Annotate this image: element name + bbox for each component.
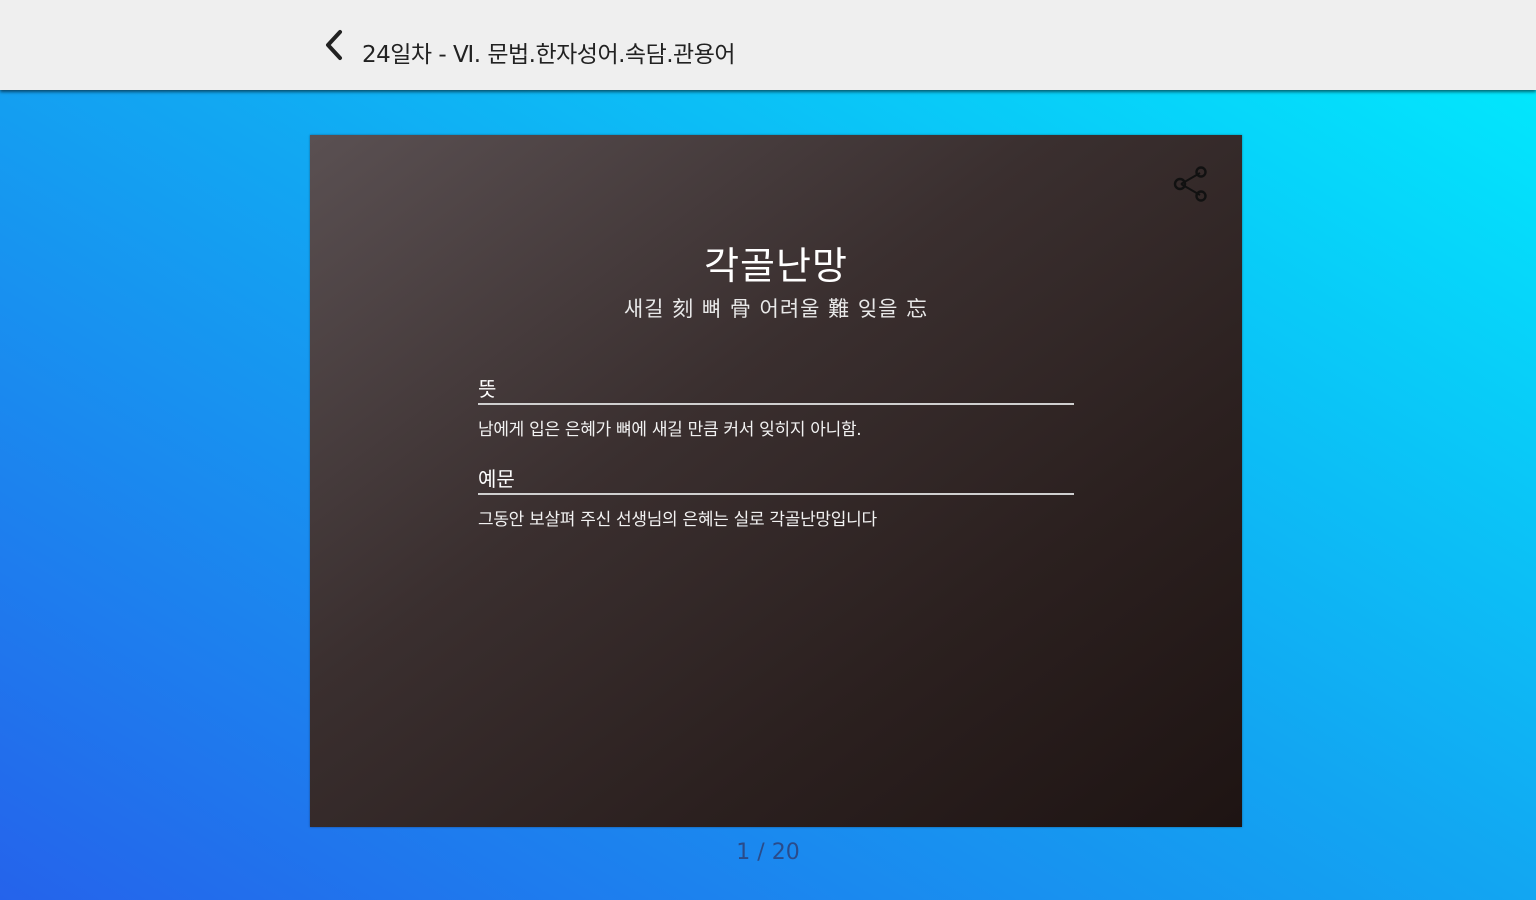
hanja-breakdown: 새길 刻 뼈 骨 어려울 難 잊을 忘 <box>623 297 929 321</box>
meaning-section: 뜻 남에게 입은 은혜가 뼈에 새길 만큼 커서 잊히지 아니함. <box>478 377 1074 440</box>
meaning-text: 남에게 입은 은혜가 뼈에 새길 만큼 커서 잊히지 아니함. <box>478 420 862 440</box>
top-bar: 24일차 - Ⅵ. 문법.한자성어.속담.관용어 <box>0 0 1536 90</box>
idiom-word: 각골난망 <box>704 244 848 288</box>
back-button[interactable] <box>316 26 352 64</box>
share-icon <box>1173 166 1207 202</box>
example-section: 예문 그동안 보살펴 주신 선생님의 은혜는 실로 각골난망입니다 <box>478 467 1074 530</box>
example-label: 예문 <box>478 467 1074 495</box>
page-indicator: 1 / 20 <box>736 840 800 865</box>
flashcard[interactable]: 각골난망 새길 刻 뼈 骨 어려울 難 잊을 忘 뜻 남에게 입은 은혜가 뼈에… <box>310 135 1242 827</box>
meaning-label: 뜻 <box>478 377 1074 405</box>
share-button[interactable] <box>1172 165 1210 203</box>
example-text: 그동안 보살펴 주신 선생님의 은혜는 실로 각골난망입니다 <box>478 510 877 530</box>
chevron-left-icon <box>326 30 342 60</box>
page-title: 24일차 - Ⅵ. 문법.한자성어.속담.관용어 <box>362 42 736 68</box>
